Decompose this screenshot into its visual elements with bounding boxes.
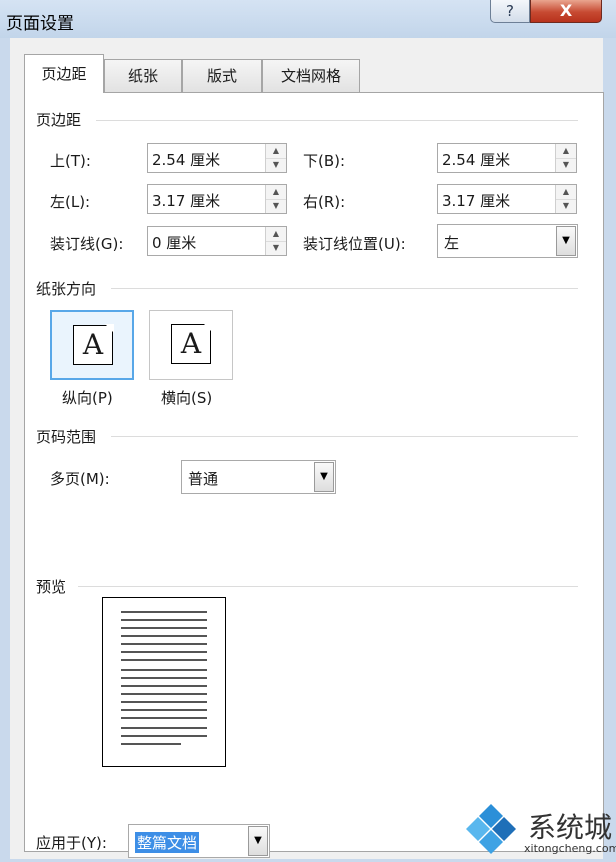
orientation-separator xyxy=(111,288,578,289)
preview-page xyxy=(102,597,226,767)
spin-up-icon[interactable]: ▲ xyxy=(266,227,286,242)
preview-text-line xyxy=(121,677,207,679)
bottom-margin-label: 下(B): xyxy=(303,152,346,170)
portrait-page-icon: A xyxy=(73,324,114,365)
preview-section-title: 预览 xyxy=(36,578,67,596)
help-button[interactable]: ? xyxy=(490,0,530,23)
preview-text-line xyxy=(121,727,207,729)
diamond-logo-icon xyxy=(466,804,516,854)
preview-text-line xyxy=(121,743,181,745)
preview-text-line xyxy=(121,685,207,687)
preview-text-line xyxy=(121,735,207,737)
gutter-position-select[interactable]: 左 ▼ xyxy=(437,224,578,258)
bottom-margin-spinner[interactable]: 2.54 厘米 ▲ ▼ xyxy=(437,143,577,173)
preview-text-line xyxy=(121,635,207,637)
top-margin-label: 上(T): xyxy=(50,152,91,170)
window-frame-right xyxy=(603,38,616,859)
chevron-down-icon[interactable]: ▼ xyxy=(314,462,334,492)
pages-section-title: 页码范围 xyxy=(36,428,97,446)
logo-brand: 系统城 xyxy=(528,811,613,844)
portrait-option[interactable]: A xyxy=(50,310,134,380)
top-margin-arrows: ▲ ▼ xyxy=(265,144,286,172)
gutter-arrows: ▲ ▼ xyxy=(265,227,286,255)
preview-text-line xyxy=(121,611,207,613)
bottom-margin-value: 2.54 厘米 xyxy=(442,151,511,169)
tab-document-grid[interactable]: 文档网格 xyxy=(262,59,360,92)
right-margin-label: 右(R): xyxy=(303,193,346,211)
left-margin-spinner[interactable]: 3.17 厘米 ▲ ▼ xyxy=(147,184,287,214)
multiple-pages-value: 普通 xyxy=(188,470,219,488)
gutter-position-label: 装订线位置(U): xyxy=(303,235,406,253)
window-title: 页面设置 xyxy=(6,14,74,34)
top-margin-value: 2.54 厘米 xyxy=(152,151,221,169)
spin-down-icon[interactable]: ▼ xyxy=(266,158,286,172)
spin-down-icon[interactable]: ▼ xyxy=(266,199,286,213)
preview-text-line xyxy=(121,643,207,645)
preview-text-line xyxy=(121,701,207,703)
apply-to-value: 整篇文档 xyxy=(135,832,200,853)
multiple-pages-label: 多页(M): xyxy=(50,470,110,488)
landscape-page-icon: A xyxy=(171,323,212,364)
right-margin-value: 3.17 厘米 xyxy=(442,192,511,210)
window-frame-left xyxy=(0,38,10,859)
tab-layout[interactable]: 版式 xyxy=(182,59,262,92)
left-margin-value: 3.17 厘米 xyxy=(152,192,221,210)
landscape-label: 横向(S) xyxy=(161,389,213,407)
preview-text-line xyxy=(121,627,207,629)
spin-up-icon[interactable]: ▲ xyxy=(556,144,576,159)
landscape-option[interactable]: A xyxy=(149,310,233,380)
gutter-spinner[interactable]: 0 厘米 ▲ ▼ xyxy=(147,226,287,256)
bottom-margin-arrows: ▲ ▼ xyxy=(555,144,576,172)
preview-text-line xyxy=(121,659,207,661)
gutter-value: 0 厘米 xyxy=(152,234,197,252)
chevron-down-icon[interactable]: ▼ xyxy=(248,826,268,856)
preview-separator xyxy=(78,586,578,587)
top-margin-spinner[interactable]: 2.54 厘米 ▲ ▼ xyxy=(147,143,287,173)
spin-down-icon[interactable]: ▼ xyxy=(556,199,576,213)
orientation-section-title: 纸张方向 xyxy=(36,280,97,298)
right-margin-spinner[interactable]: 3.17 厘米 ▲ ▼ xyxy=(437,184,577,214)
pages-separator xyxy=(111,436,578,437)
portrait-label: 纵向(P) xyxy=(62,389,113,407)
margins-separator xyxy=(96,120,578,121)
chevron-down-icon[interactable]: ▼ xyxy=(556,226,576,256)
site-logo: 系统城 xitongcheng.com xyxy=(462,800,616,858)
preview-text-line xyxy=(121,717,207,719)
preview-text-line xyxy=(121,693,207,695)
left-margin-label: 左(L): xyxy=(50,193,91,211)
spin-up-icon[interactable]: ▲ xyxy=(266,185,286,200)
tab-margins[interactable]: 页边距 xyxy=(24,54,104,93)
left-margin-arrows: ▲ ▼ xyxy=(265,185,286,213)
apply-to-label: 应用于(Y): xyxy=(36,834,107,852)
tab-paper[interactable]: 纸张 xyxy=(104,59,182,92)
close-button[interactable]: X xyxy=(530,0,602,23)
preview-text-line xyxy=(121,669,207,671)
right-margin-arrows: ▲ ▼ xyxy=(555,185,576,213)
multiple-pages-select[interactable]: 普通 ▼ xyxy=(181,460,336,494)
preview-text-line xyxy=(121,709,207,711)
title-bar: 页面设置 ? X xyxy=(0,0,616,38)
gutter-label: 装订线(G): xyxy=(50,235,124,253)
margins-section-title: 页边距 xyxy=(36,111,82,129)
preview-text-line xyxy=(121,651,207,653)
spin-up-icon[interactable]: ▲ xyxy=(556,185,576,200)
logo-url: xitongcheng.com xyxy=(524,842,616,855)
spin-up-icon[interactable]: ▲ xyxy=(266,144,286,159)
spin-down-icon[interactable]: ▼ xyxy=(556,158,576,172)
preview-text-line xyxy=(121,619,207,621)
spin-down-icon[interactable]: ▼ xyxy=(266,241,286,255)
gutter-position-value: 左 xyxy=(444,234,460,252)
dialog-client: 页边距 纸张 版式 文档网格 页边距 上(T): 2.54 厘米 ▲ ▼ 下(B… xyxy=(10,38,604,859)
apply-to-select[interactable]: 整篇文档 ▼ xyxy=(128,824,270,858)
